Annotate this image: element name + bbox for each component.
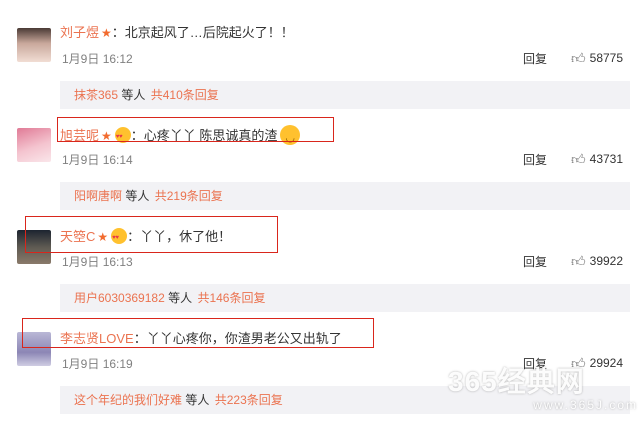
sub-reply-mid: 等人 (125, 189, 150, 203)
watermark: 365经典网 www.365J.com (448, 360, 638, 420)
star-badge-icon: ★ (101, 26, 112, 40)
like-count: 58775 (589, 51, 624, 65)
sub-replies-bar: 抹茶365 等人 共410条回复 (60, 81, 630, 109)
sub-replies-bar: 阳啊唐啊 等人 共219条回复 (60, 182, 630, 210)
like-count: 43731 (589, 152, 624, 166)
username[interactable]: 刘子煜 (60, 25, 99, 40)
sub-reply-count[interactable]: 共223条回复 (215, 393, 283, 407)
like-button[interactable]: 👍︎ 39922 (571, 253, 623, 270)
watermark-url: www.365J.com (533, 398, 638, 412)
sub-reply-count[interactable]: 共410条回复 (151, 88, 219, 102)
thumbs-up-icon: 👍︎ (571, 50, 586, 66)
timestamp: 1月9日 16:12 (62, 52, 133, 66)
sub-reply-user[interactable]: 这个年纪的我们好难 (74, 393, 182, 407)
sub-reply-mid: 等人 (185, 393, 210, 407)
sub-reply-user[interactable]: 用户6030369182 (74, 291, 165, 305)
watermark-main: 365经典网 (448, 366, 585, 397)
like-button[interactable]: 👍︎ 58775 (571, 50, 623, 67)
sub-reply-mid: 等人 (168, 291, 193, 305)
comment-line: 刘子煜 ★：北京起风了…后院起火了！！ (60, 24, 294, 42)
sub-replies-bar: 用户6030369182 等人 共146条回复 (60, 284, 630, 312)
like-button[interactable]: 👍︎ 43731 (571, 151, 623, 168)
timestamp: 1月9日 16:14 (62, 153, 133, 167)
thumbs-up-icon: 👍︎ (571, 253, 586, 269)
sub-reply-user[interactable]: 抹茶365 (74, 88, 118, 102)
sub-reply-mid: 等人 (121, 88, 146, 102)
avatar[interactable] (17, 28, 51, 62)
sub-reply-count[interactable]: 共146条回复 (197, 291, 265, 305)
highlight-box (22, 318, 374, 348)
sub-reply-count[interactable]: 共219条回复 (155, 189, 223, 203)
like-count: 39922 (589, 254, 624, 268)
thumbs-up-icon: 👍︎ (571, 151, 586, 167)
sub-reply-user[interactable]: 阳啊唐啊 (74, 189, 122, 203)
reply-button[interactable]: 回复 (523, 253, 547, 270)
avatar[interactable] (17, 128, 51, 162)
timestamp: 1月9日 16:13 (62, 255, 133, 269)
reply-button[interactable]: 回复 (523, 50, 547, 67)
highlight-box (25, 216, 278, 253)
highlight-box (57, 117, 334, 142)
timestamp: 1月9日 16:19 (62, 357, 133, 371)
comment-text: ：北京起风了…后院起火了！！ (111, 25, 294, 40)
reply-button[interactable]: 回复 (523, 151, 547, 168)
